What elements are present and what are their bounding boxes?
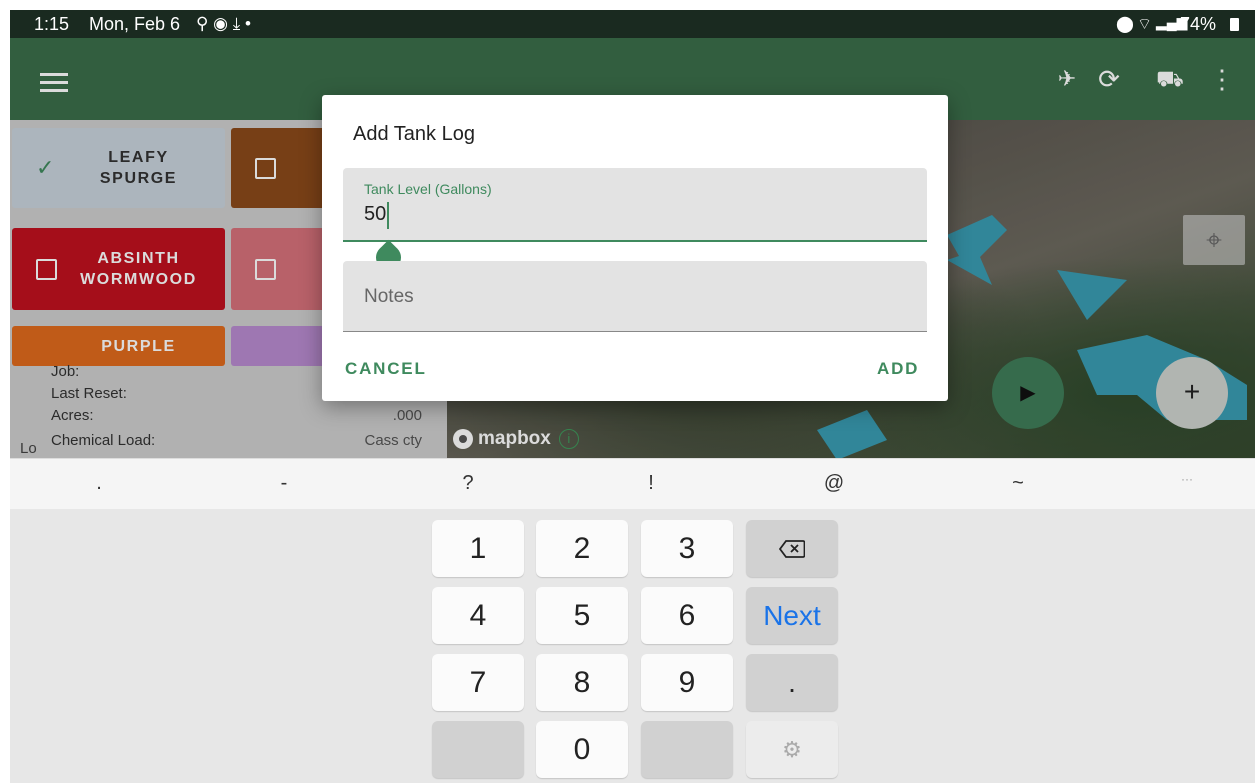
notes-input[interactable]: Notes	[364, 286, 414, 308]
add-tank-log-dialog: Add Tank Log Tank Level (Gallons) 50 Not…	[322, 95, 948, 401]
backspace-key[interactable]	[746, 520, 838, 577]
key-blank-left[interactable]	[432, 721, 524, 778]
notification-icons: ⚲ ◉ ⤓ •	[196, 14, 251, 33]
add-button[interactable]: ADD	[877, 359, 919, 379]
keyboard-suggestion-strip: . - ? ! @ ~ ···	[10, 458, 1255, 510]
key-5[interactable]: 5	[536, 587, 628, 644]
key-2[interactable]: 2	[536, 520, 628, 577]
key-0[interactable]: 0	[536, 721, 628, 778]
suggestion-tilde[interactable]: ~	[998, 472, 1038, 495]
key-4[interactable]: 4	[432, 587, 524, 644]
battery-icon	[1230, 18, 1239, 31]
suggestion-more[interactable]: ···	[1167, 472, 1207, 486]
key-6[interactable]: 6	[641, 587, 733, 644]
tank-level-field[interactable]: Tank Level (Gallons) 50	[343, 168, 927, 242]
tank-level-label: Tank Level (Gallons)	[364, 181, 492, 197]
numeric-keyboard: 1 2 3 4 5 6 Next 7 8 9 . 0 ⚙	[10, 509, 1255, 783]
settings-key[interactable]: ⚙	[746, 721, 838, 778]
status-date: Mon, Feb 6	[89, 14, 181, 34]
key-blank-right[interactable]	[641, 721, 733, 778]
key-8[interactable]: 8	[536, 654, 628, 711]
battery-percent: 74%	[1180, 14, 1217, 34]
app-screen: 1:15 Mon, Feb 6 ⚲ ◉ ⤓ • ⬤ ⌔ ▂▄▆ 74% ✈ ⟳ …	[10, 10, 1255, 783]
key-9[interactable]: 9	[641, 654, 733, 711]
key-3[interactable]: 3	[641, 520, 733, 577]
backspace-icon	[779, 539, 805, 558]
status-bar: 1:15 Mon, Feb 6 ⚲ ◉ ⤓ • ⬤ ⌔ ▂▄▆ 74%	[10, 10, 1255, 38]
tank-level-input[interactable]: 50	[364, 203, 386, 226]
suggestion-at[interactable]: @	[814, 472, 854, 495]
cancel-button[interactable]: CANCEL	[345, 359, 427, 379]
suggestion-dash[interactable]: -	[264, 472, 304, 495]
dialog-title: Add Tank Log	[353, 123, 475, 145]
notes-field[interactable]: Notes	[343, 261, 927, 332]
suggestion-period[interactable]: .	[79, 472, 119, 495]
key-period[interactable]: .	[746, 654, 838, 711]
wifi-icon: ⌔	[1137, 16, 1153, 33]
suggestion-exclamation[interactable]: !	[631, 472, 671, 495]
text-cursor	[387, 202, 389, 229]
next-key[interactable]: Next	[746, 587, 838, 644]
location-icon: ⬤	[1116, 16, 1134, 33]
suggestion-question[interactable]: ?	[448, 472, 488, 495]
key-1[interactable]: 1	[432, 520, 524, 577]
key-7[interactable]: 7	[432, 654, 524, 711]
gear-icon: ⚙	[782, 736, 802, 762]
status-time: 1:15	[34, 14, 70, 34]
